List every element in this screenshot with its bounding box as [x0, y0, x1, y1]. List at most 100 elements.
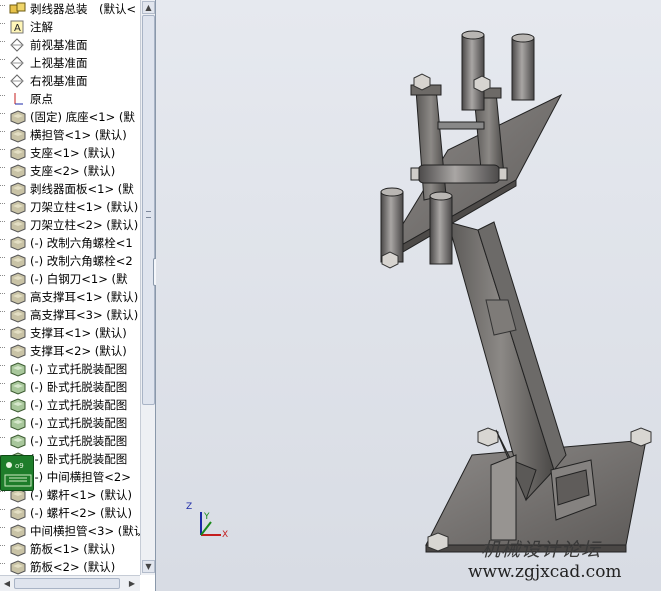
tree-item[interactable]: 刀架立柱<2> (默认) [0, 216, 140, 234]
tree-item[interactable]: (-) 白钢刀<1> (默 [0, 270, 140, 288]
tree-item-label: 支座<2> (默认) [30, 164, 116, 178]
graphics-viewport[interactable]: Z Y X 机械设计论坛 www.zgjxcad.com [156, 0, 661, 591]
tree-item-label: 高支撑耳<3> (默认) [30, 308, 139, 322]
part-icon [9, 181, 27, 197]
tree-expander-icon[interactable] [0, 221, 5, 230]
tree-item[interactable]: 剥线器总装 (默认< [0, 0, 140, 18]
tree-item[interactable]: (固定) 底座<1> (默 [0, 108, 140, 126]
tree-expander-icon[interactable] [0, 185, 5, 194]
tree-item[interactable]: 支座<2> (默认) [0, 162, 140, 180]
tree-item[interactable]: 支撑耳<2> (默认) [0, 342, 140, 360]
tree-expander-icon[interactable] [0, 203, 5, 212]
tree-expander-icon[interactable] [0, 419, 5, 428]
tree-expander-icon[interactable] [0, 347, 5, 356]
tree-item[interactable]: 横担管<1> (默认) [0, 126, 140, 144]
tree-item-label: (-) 改制六角螺栓<2 [30, 254, 133, 268]
tree-expander-icon[interactable] [0, 491, 5, 500]
tree-item[interactable]: A 注解 [0, 18, 140, 36]
tree-expander-icon[interactable] [0, 311, 5, 320]
tree-item[interactable]: (-) 立式托脱装配图 [0, 414, 140, 432]
tree-expander-icon[interactable] [0, 5, 5, 14]
tree-item-label: 横担管<1> (默认) [30, 128, 127, 142]
tree-item[interactable]: 原点 [0, 90, 140, 108]
tree-expander-icon[interactable] [0, 437, 5, 446]
tree-item-label: 注解 [30, 20, 53, 34]
tree-item-label: 中间横担管<3> (默认 [30, 524, 140, 538]
tree-item[interactable]: (-) 卧式托脱装配图 [0, 378, 140, 396]
tree-item-label: 剥线器总装 (默认< [30, 2, 137, 16]
tree-item[interactable]: 高支撑耳<1> (默认) [0, 288, 140, 306]
part-icon [9, 145, 27, 161]
tree-expander-icon[interactable] [0, 131, 5, 140]
part-icon [9, 523, 27, 539]
scroll-up-arrow-icon[interactable]: ▲ [142, 1, 155, 14]
tree-item-label: (-) 卧式托脱装配图 [30, 380, 128, 394]
tree-expander-icon[interactable] [0, 563, 5, 572]
tree-expander-icon[interactable] [0, 167, 5, 176]
tree-item-label: 支撑耳<2> (默认) [30, 344, 127, 358]
tree-item[interactable]: 支座<1> (默认) [0, 144, 140, 162]
tree-item-label: 剥线器面板<1> (默 [30, 182, 134, 196]
tree-expander-icon[interactable] [0, 149, 5, 158]
tree-item[interactable]: 中间横担管<3> (默认 [0, 522, 140, 540]
tree-expander-icon[interactable] [0, 59, 5, 68]
tree-expander-icon[interactable] [0, 77, 5, 86]
scroll-down-arrow-icon[interactable]: ▼ [142, 560, 155, 573]
scroll-left-arrow-icon[interactable]: ◀ [1, 577, 13, 590]
tree-expander-icon[interactable] [0, 509, 5, 518]
tree-expander-icon[interactable] [0, 383, 5, 392]
tree-item[interactable]: 上视基准面 [0, 54, 140, 72]
svg-text:A: A [14, 23, 21, 34]
svg-text:o9: o9 [15, 462, 24, 470]
tree-item[interactable]: 右视基准面 [0, 72, 140, 90]
assembly-icon [9, 1, 27, 17]
tree-item[interactable]: 筋板<2> (默认) [0, 558, 140, 576]
plane-icon [9, 37, 27, 53]
subassembly-icon [9, 415, 27, 431]
tree-expander-icon[interactable] [0, 275, 5, 284]
tree-vertical-scrollbar[interactable]: ▲ ▼ [140, 0, 155, 575]
tree-expander-icon[interactable] [0, 401, 5, 410]
tree-item[interactable]: (-) 立式托脱装配图 [0, 396, 140, 414]
tree-expander-icon[interactable] [0, 329, 5, 338]
part-icon [9, 307, 27, 323]
tree-expander-icon[interactable] [0, 527, 5, 536]
part-icon [9, 343, 27, 359]
tree-expander-icon[interactable] [0, 545, 5, 554]
tree-item[interactable]: 前视基准面 [0, 36, 140, 54]
tree-item[interactable]: 剥线器面板<1> (默 [0, 180, 140, 198]
scroll-right-arrow-icon[interactable]: ▶ [126, 577, 138, 590]
tree-expander-icon[interactable] [0, 293, 5, 302]
tree-expander-icon[interactable] [0, 365, 5, 374]
tree-item[interactable]: (-) 立式托脱装配图 [0, 432, 140, 450]
tree-expander-icon[interactable] [0, 95, 5, 104]
tree-item[interactable]: (-) 改制六角螺栓<2 [0, 252, 140, 270]
subassembly-icon [9, 379, 27, 395]
tree-item[interactable]: 刀架立柱<1> (默认) [0, 198, 140, 216]
tree-item[interactable]: (-) 立式托脱装配图 [0, 360, 140, 378]
scroll-thumb[interactable] [142, 15, 155, 405]
tree-expander-icon[interactable] [0, 239, 5, 248]
tree-item-label: 支座<1> (默认) [30, 146, 116, 160]
tree-horizontal-scrollbar[interactable]: ◀ ▶ [0, 575, 140, 591]
scroll-h-thumb[interactable] [14, 578, 120, 589]
triad-y-label: Y [204, 512, 210, 522]
tree-item[interactable]: 高支撑耳<3> (默认) [0, 306, 140, 324]
tree-item-label: (-) 立式托脱装配图 [30, 362, 128, 376]
tree-item[interactable]: (-) 螺杆<2> (默认) [0, 504, 140, 522]
tree-item-label: 刀架立柱<1> (默认) [30, 200, 139, 214]
tree-item-label: 刀架立柱<2> (默认) [30, 218, 139, 232]
tree-expander-icon[interactable] [0, 257, 5, 266]
tree-item[interactable]: 支撑耳<1> (默认) [0, 324, 140, 342]
tree-item-label: 筋板<1> (默认) [30, 542, 116, 556]
tree-expander-icon[interactable] [0, 23, 5, 32]
tree-expander-icon[interactable] [0, 41, 5, 50]
tree-expander-icon[interactable] [0, 113, 5, 122]
part-icon [9, 127, 27, 143]
tree-item-label: 支撑耳<1> (默认) [30, 326, 127, 340]
taskpane-widget-icon[interactable]: o9 [0, 455, 34, 491]
tree-item-label: 筋板<2> (默认) [30, 560, 116, 574]
triad-z-label: Z [186, 502, 193, 512]
tree-item[interactable]: 筋板<1> (默认) [0, 540, 140, 558]
tree-item[interactable]: (-) 改制六角螺栓<1 [0, 234, 140, 252]
